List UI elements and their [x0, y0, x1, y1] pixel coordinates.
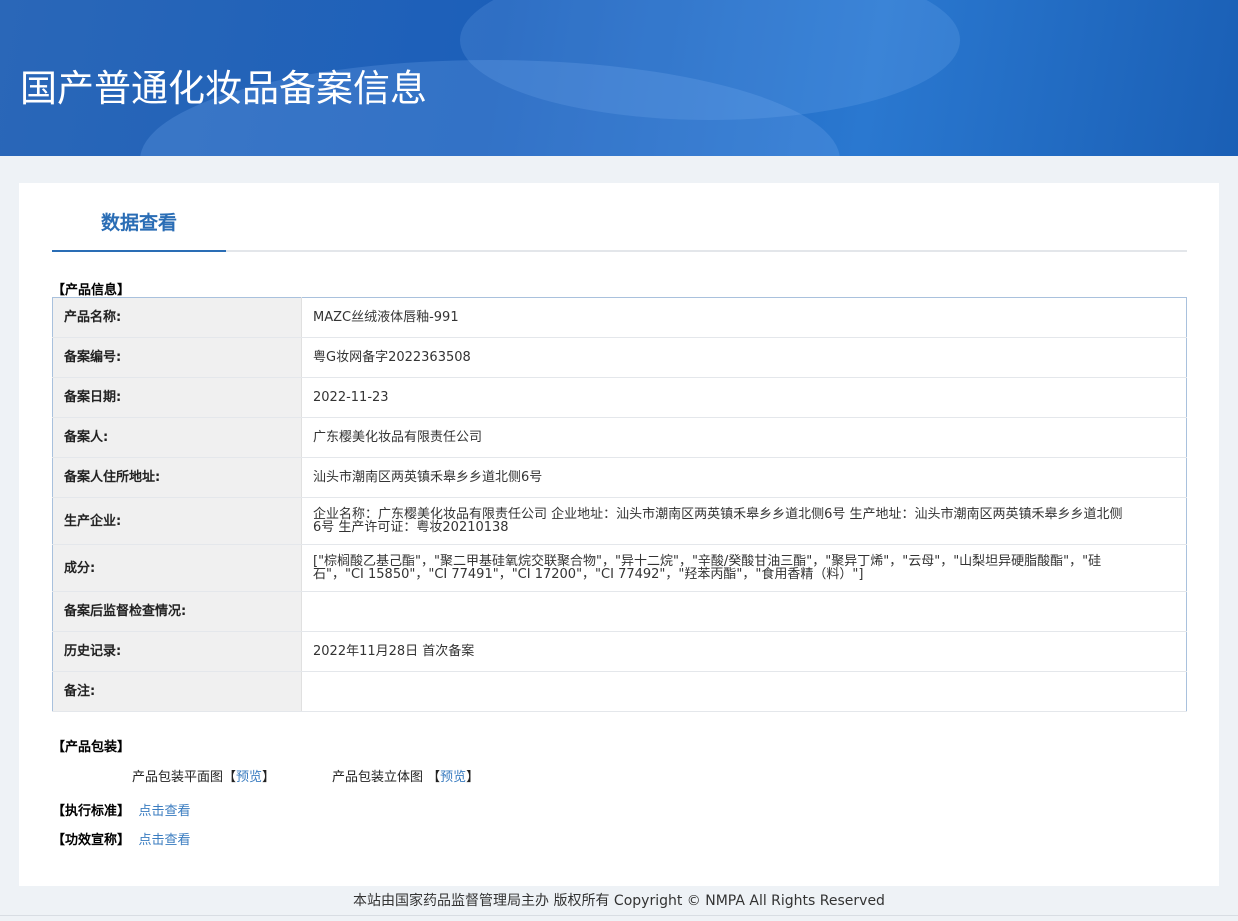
efficacy-view-link[interactable]: 点击查看 — [139, 833, 191, 848]
row-label: 历史记录: — [52, 631, 302, 672]
row-value — [301, 591, 1187, 632]
table-row: 成分: ["棕榈酸乙基己酯"，"聚二甲基硅氧烷交联聚合物"，"异十二烷"，"辛酸/… — [52, 544, 1187, 592]
table-row: 备案后监督检查情况: — [52, 591, 1187, 632]
row-label: 备案日期: — [52, 377, 302, 418]
table-row: 备案日期: 2022-11-23 — [52, 377, 1187, 418]
packaging-flat: 产品包装平面图【预览】 — [132, 766, 275, 785]
table-row: 备案人住所地址: 汕头市潮南区两英镇禾皋乡乡道北侧6号 — [52, 457, 1187, 498]
tab-bar: 数据查看 — [52, 183, 1187, 252]
product-info-table: 产品名称: MAZC丝绒液体唇釉-991 备案编号: 粤G妆网备字2022363508… — [52, 297, 1187, 712]
row-value: 企业名称：广东樱美化妆品有限责任公司 企业地址：汕头市潮南区两英镇禾皋乡乡道北侧… — [301, 497, 1187, 545]
row-value: 广东樱美化妆品有限责任公司 — [301, 417, 1187, 458]
packaging-3d: 产品包装立体图 【预览】 — [332, 766, 479, 785]
standard-heading: 【执行标准】 — [52, 804, 131, 819]
page-title: 国产普通化妆品备案信息 — [20, 67, 427, 110]
packaging-heading: 【产品包装】 — [52, 740, 131, 755]
row-label: 备案编号: — [52, 337, 302, 378]
row-label: 备案人: — [52, 417, 302, 458]
tab-data-view[interactable]: 数据查看 — [52, 183, 226, 252]
row-value: MAZC丝绒液体唇釉-991 — [301, 297, 1187, 338]
packaging-flat-label: 产品包装平面图 — [132, 770, 224, 785]
row-value — [301, 671, 1187, 712]
row-label: 备案后监督检查情况: — [52, 591, 302, 632]
content-card: 数据查看 【产品信息】 产品名称: MAZC丝绒液体唇釉-991 备案编号: 粤G妆网… — [19, 183, 1219, 886]
bracket: 【 — [427, 770, 441, 785]
row-value: 粤G妆网备字2022363508 — [301, 337, 1187, 378]
table-row: 产品名称: MAZC丝绒液体唇釉-991 — [52, 297, 1187, 338]
page-header: 国产普通化妆品备案信息 — [0, 0, 1238, 156]
efficacy-row: 【功效宣称】 点击查看 — [52, 829, 191, 848]
efficacy-heading: 【功效宣称】 — [52, 833, 131, 848]
row-label: 生产企业: — [52, 497, 302, 545]
row-label: 备注: — [52, 671, 302, 712]
product-info-heading: 【产品信息】 — [52, 283, 131, 298]
table-row: 备案人: 广东樱美化妆品有限责任公司 — [52, 417, 1187, 458]
table-row: 备注: — [52, 671, 1187, 712]
table-row: 生产企业: 企业名称：广东樱美化妆品有限责任公司 企业地址：汕头市潮南区两英镇禾皋… — [52, 497, 1187, 545]
row-value: 汕头市潮南区两英镇禾皋乡乡道北侧6号 — [301, 457, 1187, 498]
row-value: 2022年11月28日 首次备案 — [301, 631, 1187, 672]
3d-preview-link[interactable]: 预览 — [440, 770, 466, 785]
footer: 本站由国家药品监督管理局主办 版权所有 Copyright © NMPA All… — [0, 886, 1238, 916]
row-label: 备案人住所地址: — [52, 457, 302, 498]
row-label: 产品名称: — [52, 297, 302, 338]
flat-preview-link[interactable]: 预览 — [236, 770, 262, 785]
row-label: 成分: — [52, 544, 302, 592]
standard-view-link[interactable]: 点击查看 — [139, 804, 191, 819]
row-value: ["棕榈酸乙基己酯"，"聚二甲基硅氧烷交联聚合物"，"异十二烷"，"辛酸/癸酸甘… — [301, 544, 1187, 592]
table-row: 历史记录: 2022年11月28日 首次备案 — [52, 631, 1187, 672]
bracket: 】 — [262, 770, 276, 785]
row-value: 2022-11-23 — [301, 377, 1187, 418]
standard-row: 【执行标准】 点击查看 — [52, 800, 191, 819]
table-row: 备案编号: 粤G妆网备字2022363508 — [52, 337, 1187, 378]
bracket: 】 — [466, 770, 480, 785]
bracket: 【 — [223, 770, 237, 785]
packaging-3d-label: 产品包装立体图 — [332, 770, 428, 785]
